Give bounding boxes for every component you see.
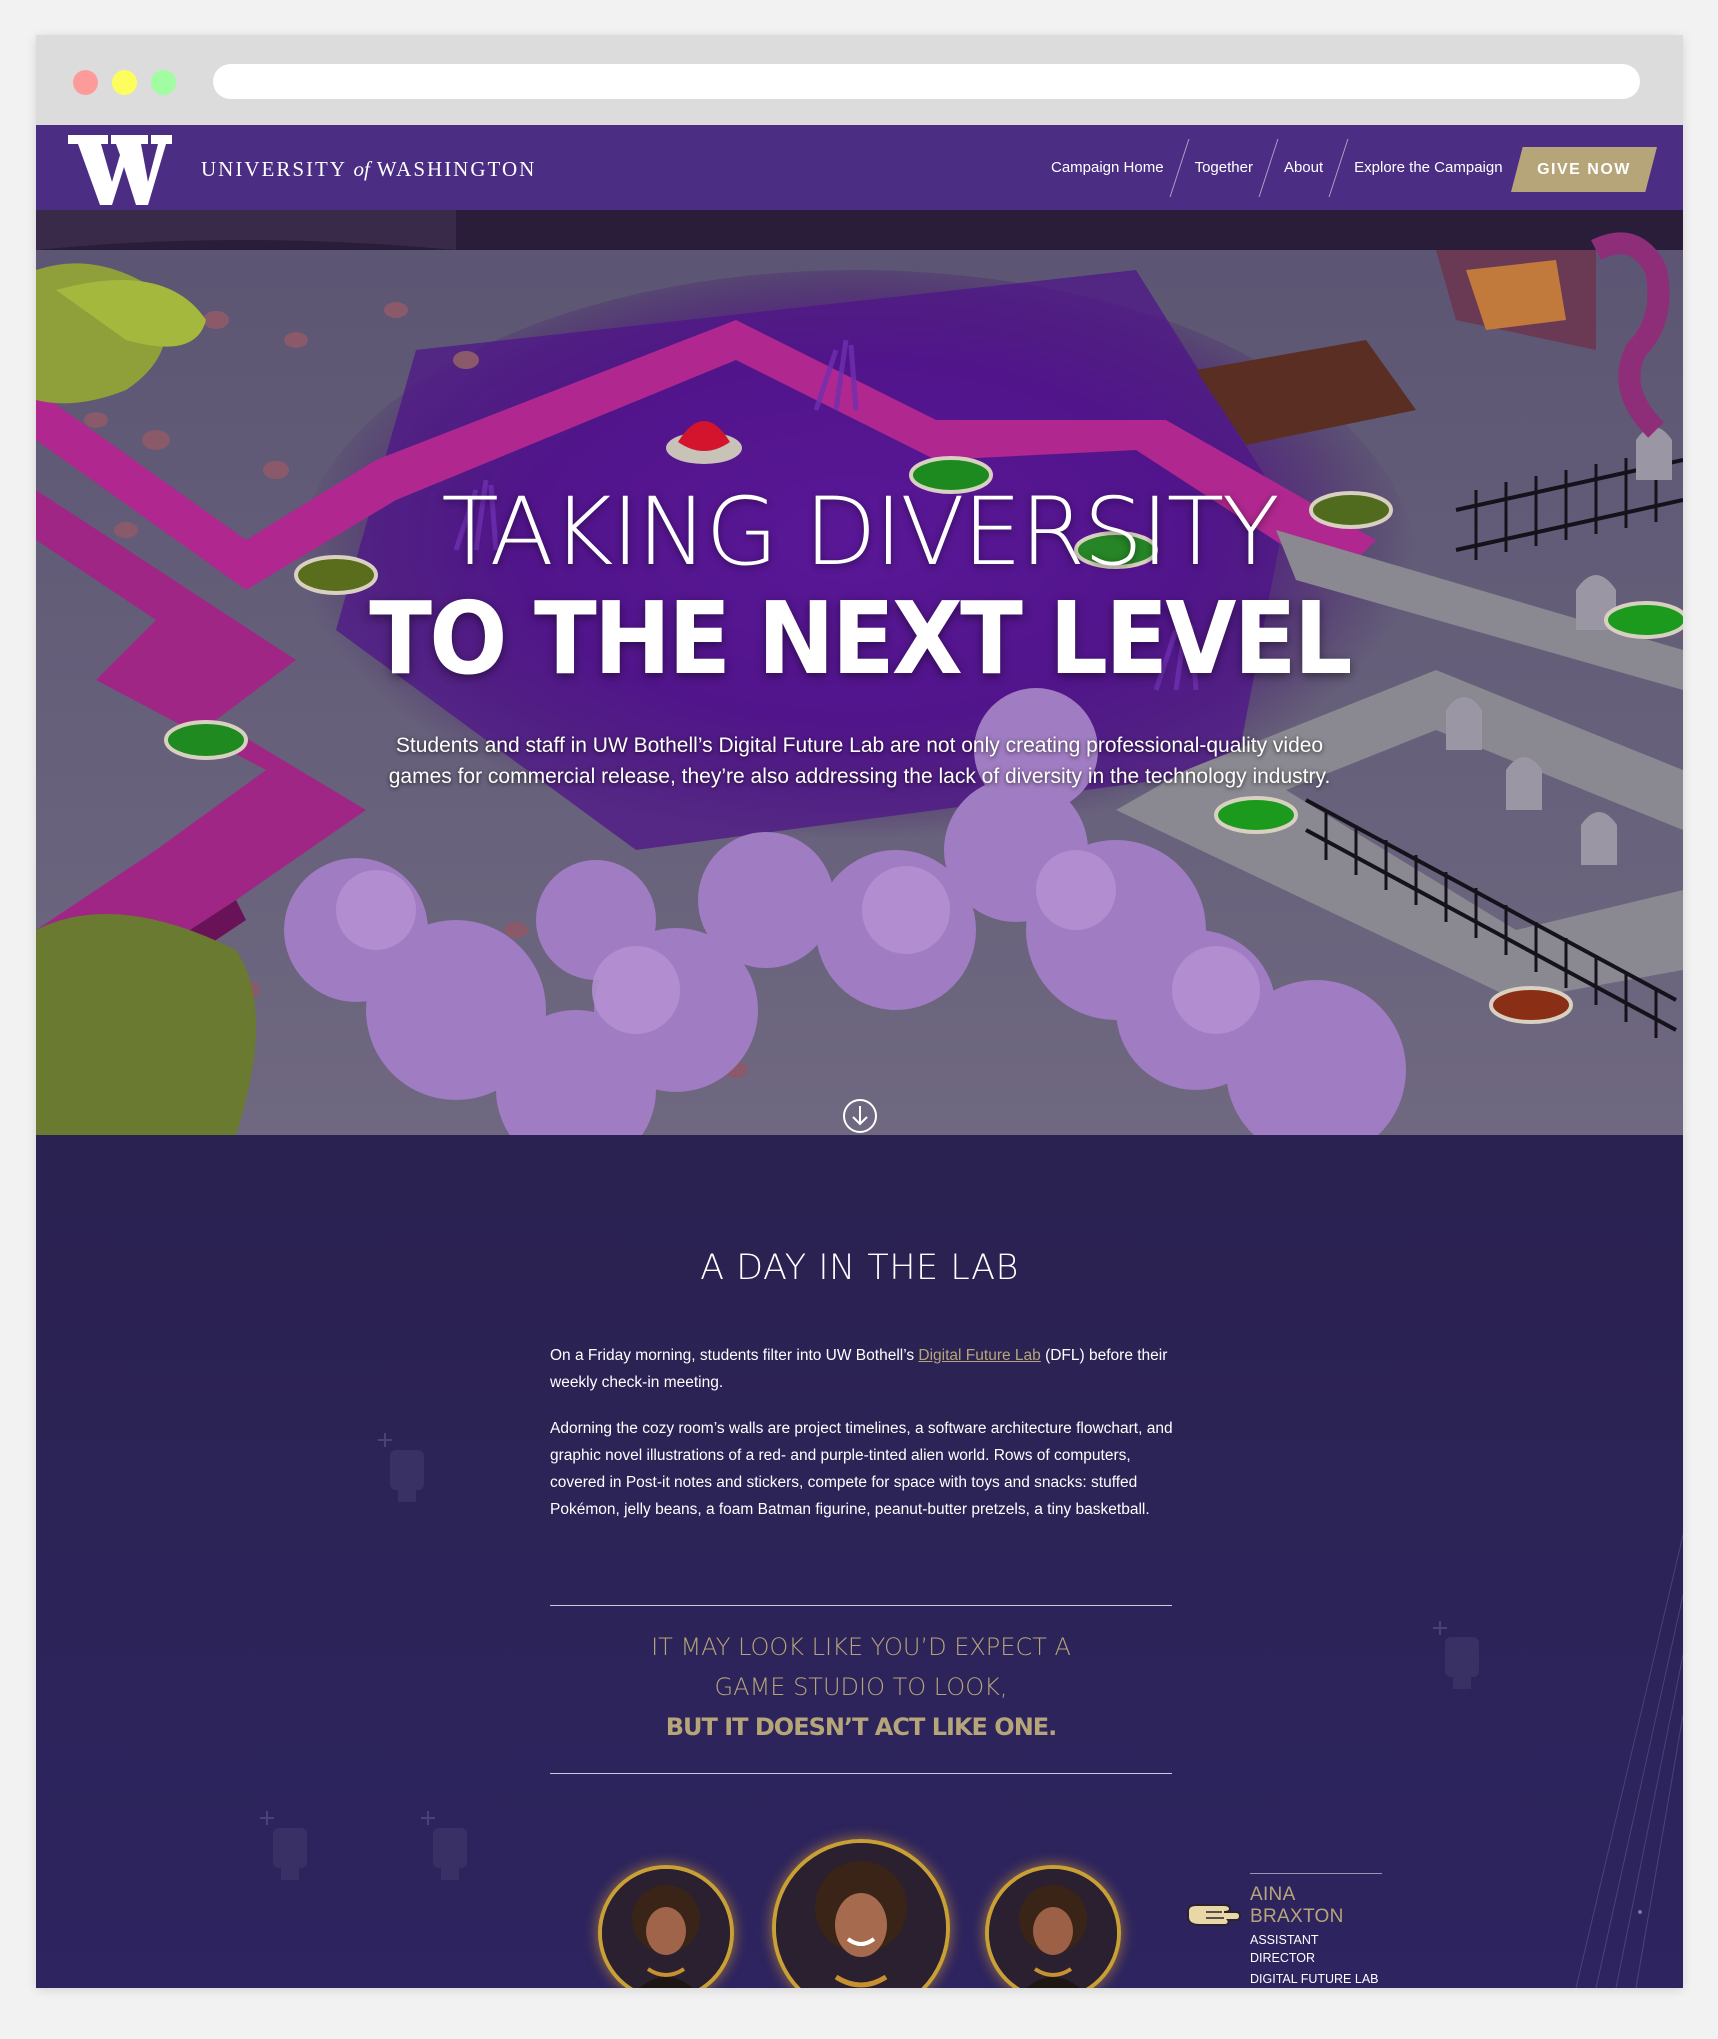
profile-role-line2: DIGITAL FUTURE LAB — [1250, 1972, 1379, 1986]
pull-quote-line3: BUT IT DOESN’T ACT LIKE ONE. — [665, 1713, 1058, 1741]
university-wordmark[interactable]: UNIVERSITY of WASHINGTON — [201, 157, 536, 182]
nav-about[interactable]: About — [1269, 159, 1338, 176]
digital-future-lab-link[interactable]: Digital Future Lab — [918, 1347, 1040, 1364]
wordmark-university: UNIVERSITY — [201, 157, 347, 181]
article-section: A DAY IN THE LAB On a Friday morning, st… — [36, 1135, 1683, 1988]
profile-name: AINA BRAXTON — [1250, 1884, 1344, 1927]
quote-divider-bottom — [550, 1773, 1172, 1774]
paragraph-room: Adorning the cozy room’s walls are proje… — [550, 1420, 1173, 1518]
profile-role-line1: ASSISTANT DIRECTOR — [1250, 1933, 1319, 1965]
give-now-button[interactable]: GIVE NOW — [1511, 147, 1657, 192]
quote-divider-top — [550, 1605, 1172, 1606]
site-header: UNIVERSITY of WASHINGTON Campaign Home T… — [36, 125, 1683, 210]
hero-title-line2: TO THE NEXT LEVEL — [369, 580, 1352, 697]
nav-campaign-home[interactable]: Campaign Home — [1036, 159, 1179, 176]
portrait-left[interactable] — [602, 1869, 730, 1988]
paragraph-intro-text: On a Friday morning, students filter int… — [550, 1347, 919, 1364]
nav-together[interactable]: Together — [1180, 159, 1268, 176]
profile-caption: AINA BRAXTON ASSISTANT DIRECTOR DIGITAL … — [1250, 1873, 1382, 1988]
paragraph-intro: On a Friday morning, students filter int… — [550, 1342, 1175, 1396]
hero-banner: TAKING DIVERSITY TO THE NEXT LEVEL Stude… — [36, 210, 1683, 1135]
wordmark-washington: WASHINGTON — [376, 157, 537, 181]
hero-title-line1: TAKING DIVERSITY — [441, 478, 1279, 587]
address-bar[interactable] — [213, 64, 1640, 99]
pull-quote: IT MAY LOOK LIKE YOU’D EXPECT A GAME STU… — [550, 1627, 1172, 1747]
maximize-window-button[interactable] — [151, 70, 176, 95]
wordmark-of: of — [353, 157, 370, 181]
portrait-right[interactable] — [989, 1869, 1117, 1988]
browser-chrome — [36, 35, 1683, 125]
person-photo-icon — [602, 1869, 730, 1988]
minimize-window-button[interactable] — [112, 70, 137, 95]
section-title: A DAY IN THE LAB — [700, 1248, 1019, 1288]
pull-quote-line2: GAME STUDIO TO LOOK, — [714, 1673, 1008, 1701]
uw-logo-w-icon[interactable] — [68, 135, 172, 205]
pointing-hand-icon[interactable] — [1184, 1899, 1242, 1933]
nav-explore-campaign[interactable]: Explore the Campaign — [1339, 159, 1517, 176]
hero-subtitle: Students and staff in UW Bothell’s Digit… — [388, 734, 1331, 788]
browser-window: UNIVERSITY of WASHINGTON Campaign Home T… — [36, 35, 1683, 1988]
caption-divider — [1250, 1873, 1382, 1874]
pull-quote-line1: IT MAY LOOK LIKE YOU’D EXPECT A — [651, 1633, 1071, 1661]
main-nav: Campaign Home Together About Explore the… — [1036, 125, 1518, 210]
person-photo-icon — [989, 1869, 1117, 1988]
arrow-down-circle-icon[interactable] — [842, 1098, 878, 1134]
close-window-button[interactable] — [73, 70, 98, 95]
